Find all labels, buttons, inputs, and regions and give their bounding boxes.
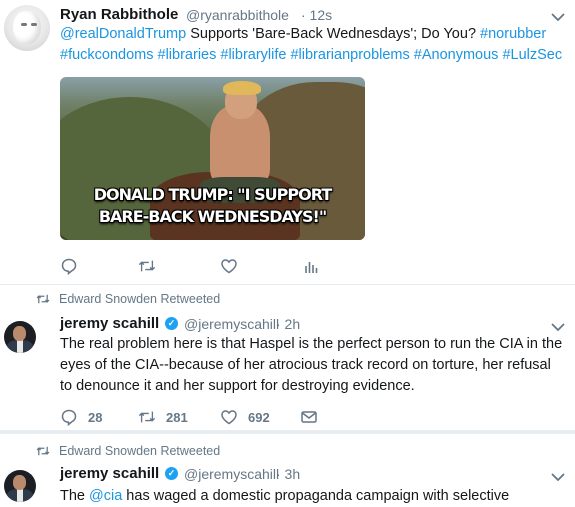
author-name[interactable]: Ryan Rabbithole: [60, 6, 178, 23]
image-caption: DONALD TRUMP: "I SUPPORT BARE-BACK WEDNE…: [93, 185, 333, 226]
mention-link[interactable]: @cia: [89, 488, 122, 504]
avatar-jeremy-scahill[interactable]: [4, 470, 36, 502]
avatar-face: [13, 475, 26, 490]
tweet-timestamp[interactable]: · 2h: [276, 316, 300, 332]
like-icon: [221, 259, 237, 274]
reply-button[interactable]: 28: [60, 407, 102, 427]
chevron-down-icon[interactable]: [549, 468, 567, 486]
author-name[interactable]: jeremy scahill: [60, 315, 159, 332]
direct-message-icon: [301, 411, 317, 423]
mention-link[interactable]: @realDonaldTrump: [60, 26, 186, 42]
reply-button[interactable]: [60, 256, 78, 276]
avatar-shirt: [17, 489, 23, 502]
tweet-text: The @cia has waged a domestic propaganda…: [60, 486, 565, 507]
retweet-button[interactable]: 281: [138, 407, 188, 427]
analytics-button[interactable]: [302, 256, 320, 276]
tweet-3[interactable]: Edward Snowden Retweeted jeremy scahill …: [0, 434, 575, 504]
verified-badge-icon: ✓: [165, 467, 178, 480]
retweet-icon: [138, 260, 156, 272]
tweet-timestamp[interactable]: · 3h: [276, 466, 300, 482]
like-button[interactable]: 692: [220, 407, 270, 427]
tweet-image[interactable]: DONALD TRUMP: "I SUPPORT BARE-BACK WEDNE…: [60, 77, 365, 240]
reply-icon: [61, 409, 77, 426]
tweet-actions: [60, 256, 360, 276]
avatar-face: [13, 326, 26, 341]
avatar-ryan-rabbithole[interactable]: [4, 5, 50, 51]
author-handle[interactable]: @jeremyscahill: [184, 466, 279, 482]
mask-figure: [13, 11, 41, 45]
reply-count: 28: [88, 409, 103, 425]
retweeted-by[interactable]: Edward Snowden Retweeted: [59, 292, 220, 306]
mask-eye-right: [31, 23, 37, 26]
avatar-jeremy-scahill[interactable]: [4, 321, 36, 353]
author-handle[interactable]: @jeremyscahill: [184, 316, 279, 332]
tweet-actions: 28 281 692: [60, 407, 360, 427]
retweet-icon: [36, 446, 50, 456]
author-handle[interactable]: @ryanrabbithole: [186, 7, 289, 23]
retweet-icon: [36, 294, 50, 304]
tweet-text: The real problem here is that Haspel is …: [60, 336, 563, 394]
tweet-body: Supports 'Bare-Back Wednesdays'; Do You?: [186, 26, 481, 42]
tweet-2[interactable]: Edward Snowden Retweeted jeremy scahill …: [0, 285, 575, 430]
retweeted-by[interactable]: Edward Snowden Retweeted: [59, 444, 220, 458]
mask-eye-left: [21, 23, 27, 26]
hashtag-link[interactable]: #norubber: [480, 26, 546, 42]
like-count: 692: [248, 409, 270, 425]
retweet-button[interactable]: [138, 256, 156, 276]
tweet-timestamp[interactable]: · 12s: [301, 7, 332, 23]
analytics-icon: [305, 262, 318, 273]
author-name[interactable]: jeremy scahill: [60, 465, 159, 482]
like-button[interactable]: [220, 256, 238, 276]
tweet-text: @realDonaldTrump Supports 'Bare-Back Wed…: [60, 24, 565, 66]
image-rider-hair: [223, 81, 261, 95]
hashtag-links[interactable]: #fuckcondoms #libraries #librarylife #li…: [60, 47, 562, 63]
verified-badge-icon: ✓: [165, 317, 178, 330]
reply-icon: [61, 258, 77, 275]
direct-message-button[interactable]: [300, 407, 318, 427]
like-icon: [221, 410, 237, 425]
retweet-count: 281: [166, 409, 188, 425]
retweet-icon: [138, 411, 156, 423]
tweet-text-start: The: [60, 488, 90, 504]
tweet-1[interactable]: Ryan Rabbithole @ryanrabbithole · 12s @r…: [0, 0, 575, 284]
avatar-shirt: [17, 340, 23, 353]
tweet-text-rest: has waged a domestic propaganda campaign…: [122, 488, 510, 504]
